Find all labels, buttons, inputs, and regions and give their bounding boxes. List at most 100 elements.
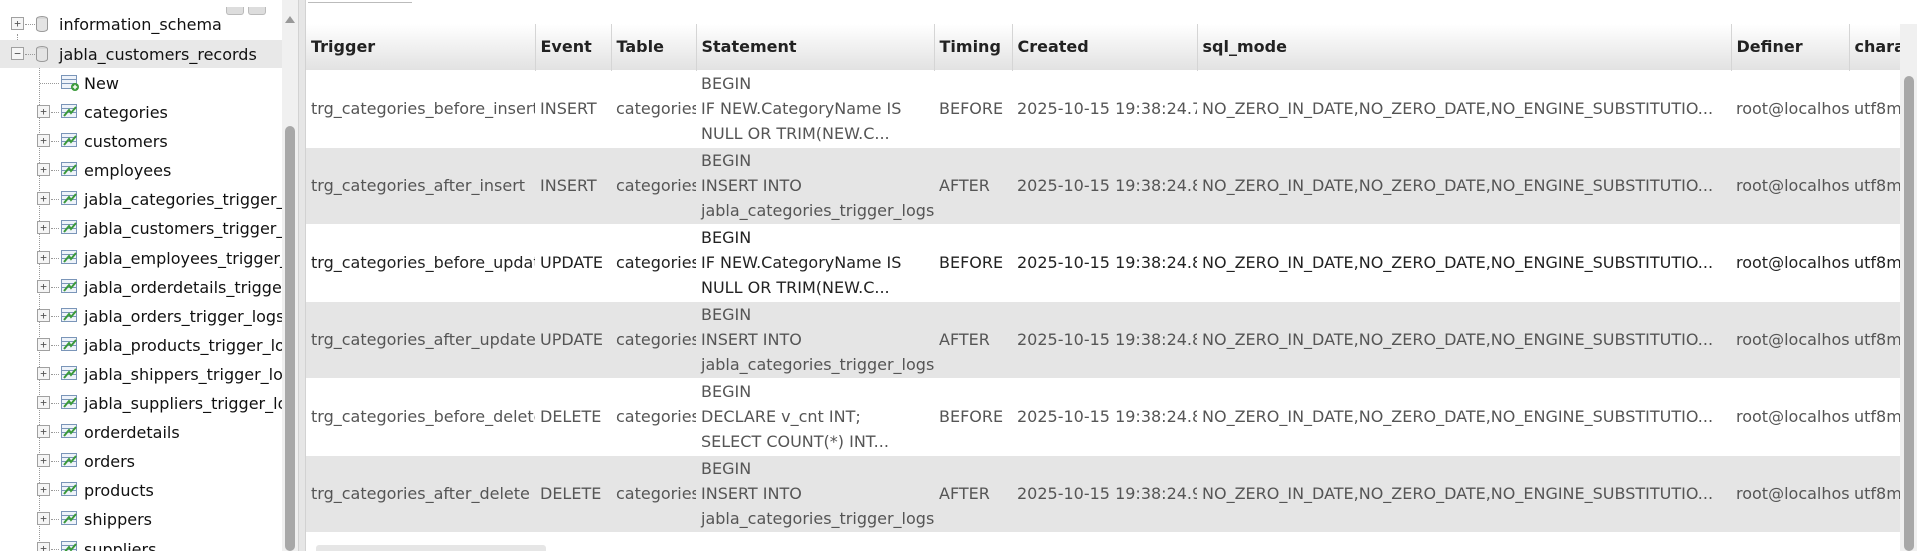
cell-statement[interactable]: BEGIN IF NEW.CategoryName IS NULL OR TRI…	[696, 70, 934, 147]
cell-table[interactable]: categories	[611, 301, 696, 378]
cell-sql-mode[interactable]: NO_ZERO_IN_DATE,NO_ZERO_DATE,NO_ENGINE_S…	[1197, 378, 1731, 455]
cell-trigger[interactable]: trg_categories_before_insert	[306, 70, 535, 147]
column-header-trigger[interactable]: Trigger	[306, 24, 536, 70]
cell-timing[interactable]: AFTER	[934, 301, 1012, 378]
expand-icon[interactable]: +	[37, 483, 50, 496]
cell-event[interactable]: UPDATE	[535, 224, 611, 301]
tree-table-item[interactable]: + orderdetails	[0, 418, 282, 446]
tree-table-item[interactable]: + orders	[0, 447, 282, 475]
cell-statement[interactable]: BEGIN DECLARE v_cnt INT; SELECT COUNT(*)…	[696, 378, 934, 455]
cell-table[interactable]: categories	[611, 147, 696, 224]
column-header-table[interactable]: Table	[611, 24, 697, 70]
cell-statement[interactable]: BEGIN INSERT INTO jabla_categories_trigg…	[696, 301, 934, 378]
tree-table-label[interactable]: customers	[84, 132, 168, 151]
column-header-statement[interactable]: Statement	[696, 24, 935, 70]
sidebar-scroll-thumb[interactable]	[285, 126, 295, 551]
grid-row[interactable]: trg_categories_after_insert INSERT categor…	[306, 147, 1900, 224]
cell-event[interactable]: UPDATE	[535, 301, 611, 378]
tree-table-item[interactable]: + jabla_shippers_trigger_logs	[0, 360, 298, 388]
tree-new-label[interactable]: New	[84, 74, 119, 93]
cell-timing[interactable]: BEFORE	[934, 70, 1012, 147]
tree-table-item[interactable]: + jabla_categories_trigger_lo	[0, 185, 298, 213]
column-header-event[interactable]: Event	[535, 24, 612, 70]
cell-definer[interactable]: root@localhost	[1731, 224, 1849, 301]
cell-trigger[interactable]: trg_categories_before_update	[306, 224, 535, 301]
tree-table-label[interactable]: products	[84, 481, 154, 500]
tree-table-label[interactable]: jabla_products_trigger_logs	[84, 336, 298, 355]
cell-charset[interactable]: utf8mb	[1849, 378, 1900, 455]
cell-trigger[interactable]: trg_categories_after_update	[306, 301, 535, 378]
cell-table[interactable]: categories	[611, 70, 696, 147]
cell-timing[interactable]: BEFORE	[934, 378, 1012, 455]
tree-table-label[interactable]: jabla_suppliers_trigger_log	[84, 394, 298, 413]
tree-table-label[interactable]: categories	[84, 103, 168, 122]
tree-table-item[interactable]: + jabla_orders_trigger_logs	[0, 302, 284, 330]
cell-sql-mode[interactable]: NO_ZERO_IN_DATE,NO_ZERO_DATE,NO_ENGINE_S…	[1197, 455, 1731, 532]
tree-table-item[interactable]: + shippers	[0, 505, 282, 533]
tree-table-label[interactable]: jabla_customers_trigger_lo	[84, 219, 298, 238]
tree-table-item[interactable]: + employees	[0, 156, 282, 184]
cell-created[interactable]: 2025-10-15 19:38:24.80	[1012, 147, 1197, 224]
horizontal-scrollbar[interactable]	[316, 545, 546, 551]
tree-new-table[interactable]: New	[0, 69, 282, 97]
cell-charset[interactable]: utf8mb	[1849, 301, 1900, 378]
cell-definer[interactable]: root@localhost	[1731, 301, 1849, 378]
tree-table-label[interactable]: employees	[84, 161, 171, 180]
expand-icon[interactable]: +	[37, 454, 50, 467]
cell-sql-mode[interactable]: NO_ZERO_IN_DATE,NO_ZERO_DATE,NO_ENGINE_S…	[1197, 301, 1731, 378]
tree-table-label[interactable]: jabla_orderdetails_trigger_	[84, 278, 296, 297]
expand-icon[interactable]: +	[11, 17, 24, 30]
tree-db-information-schema[interactable]: + information_schema	[0, 10, 282, 38]
tree-db-label[interactable]: information_schema	[59, 15, 222, 34]
tree-db-jabla-customers-records[interactable]: − jabla_customers_records	[0, 40, 282, 68]
tree-table-label[interactable]: jabla_employees_trigger_lo	[84, 249, 298, 268]
grid-row[interactable]: trg_categories_before_update UPDATE catego…	[306, 224, 1900, 301]
tree-table-item[interactable]: + suppliers	[0, 535, 282, 551]
collapse-icon[interactable]: −	[11, 47, 24, 60]
cell-trigger[interactable]: trg_categories_before_delete	[306, 378, 535, 455]
grid-row[interactable]: trg_categories_before_insert INSERT catego…	[306, 70, 1900, 147]
pane-divider[interactable]	[298, 0, 306, 551]
cell-definer[interactable]: root@localhost	[1731, 70, 1849, 147]
cell-table[interactable]: categories	[611, 378, 696, 455]
cell-statement[interactable]: BEGIN INSERT INTO jabla_categories_trigg…	[696, 455, 934, 532]
cell-definer[interactable]: root@localhost	[1731, 378, 1849, 455]
tree-table-item[interactable]: + products	[0, 476, 282, 504]
column-header-charset[interactable]: chara	[1849, 24, 1901, 70]
tree-table-item[interactable]: + jabla_suppliers_trigger_log	[0, 389, 298, 417]
cell-statement[interactable]: BEGIN IF NEW.CategoryName IS NULL OR TRI…	[696, 224, 934, 301]
expand-icon[interactable]: +	[37, 542, 50, 551]
sidebar-scrollbar[interactable]	[282, 0, 298, 551]
grid-row[interactable]: trg_categories_before_delete DELETE catego…	[306, 378, 1900, 455]
cell-created[interactable]: 2025-10-15 19:38:24.83	[1012, 224, 1197, 301]
cell-table[interactable]: categories	[611, 455, 696, 532]
column-header-timing[interactable]: Timing	[934, 24, 1013, 70]
tree-table-label[interactable]: shippers	[84, 510, 152, 529]
tree-table-item[interactable]: + jabla_employees_trigger_lo	[0, 244, 298, 272]
cell-event[interactable]: INSERT	[535, 70, 611, 147]
cell-created[interactable]: 2025-10-15 19:38:24.92	[1012, 455, 1197, 532]
cell-event[interactable]: DELETE	[535, 378, 611, 455]
grid-scrollbar[interactable]	[1900, 24, 1917, 551]
cell-timing[interactable]: AFTER	[934, 147, 1012, 224]
expand-icon[interactable]: +	[37, 221, 50, 234]
expand-icon[interactable]: +	[37, 396, 50, 409]
scroll-up-icon[interactable]	[285, 16, 295, 23]
tree-table-label[interactable]: orders	[84, 452, 135, 471]
tree-table-label[interactable]: orderdetails	[84, 423, 180, 442]
cell-sql-mode[interactable]: NO_ZERO_IN_DATE,NO_ZERO_DATE,NO_ENGINE_S…	[1197, 147, 1731, 224]
expand-icon[interactable]: +	[37, 105, 50, 118]
cell-definer[interactable]: root@localhost	[1731, 455, 1849, 532]
cell-created[interactable]: 2025-10-15 19:38:24.86	[1012, 301, 1197, 378]
cell-timing[interactable]: BEFORE	[934, 224, 1012, 301]
tree-table-item[interactable]: + customers	[0, 127, 282, 155]
cell-statement[interactable]: BEGIN INSERT INTO jabla_categories_trigg…	[696, 147, 934, 224]
cell-created[interactable]: 2025-10-15 19:38:24.89	[1012, 378, 1197, 455]
cell-table[interactable]: categories	[611, 224, 696, 301]
cell-sql-mode[interactable]: NO_ZERO_IN_DATE,NO_ZERO_DATE,NO_ENGINE_S…	[1197, 224, 1731, 301]
tree-table-item[interactable]: + jabla_customers_trigger_lo	[0, 214, 298, 242]
tree-table-item[interactable]: + jabla_orderdetails_trigger_	[0, 273, 296, 301]
expand-icon[interactable]: +	[37, 309, 50, 322]
expand-icon[interactable]: +	[37, 251, 50, 264]
tree-table-label[interactable]: jabla_categories_trigger_lo	[84, 190, 298, 209]
